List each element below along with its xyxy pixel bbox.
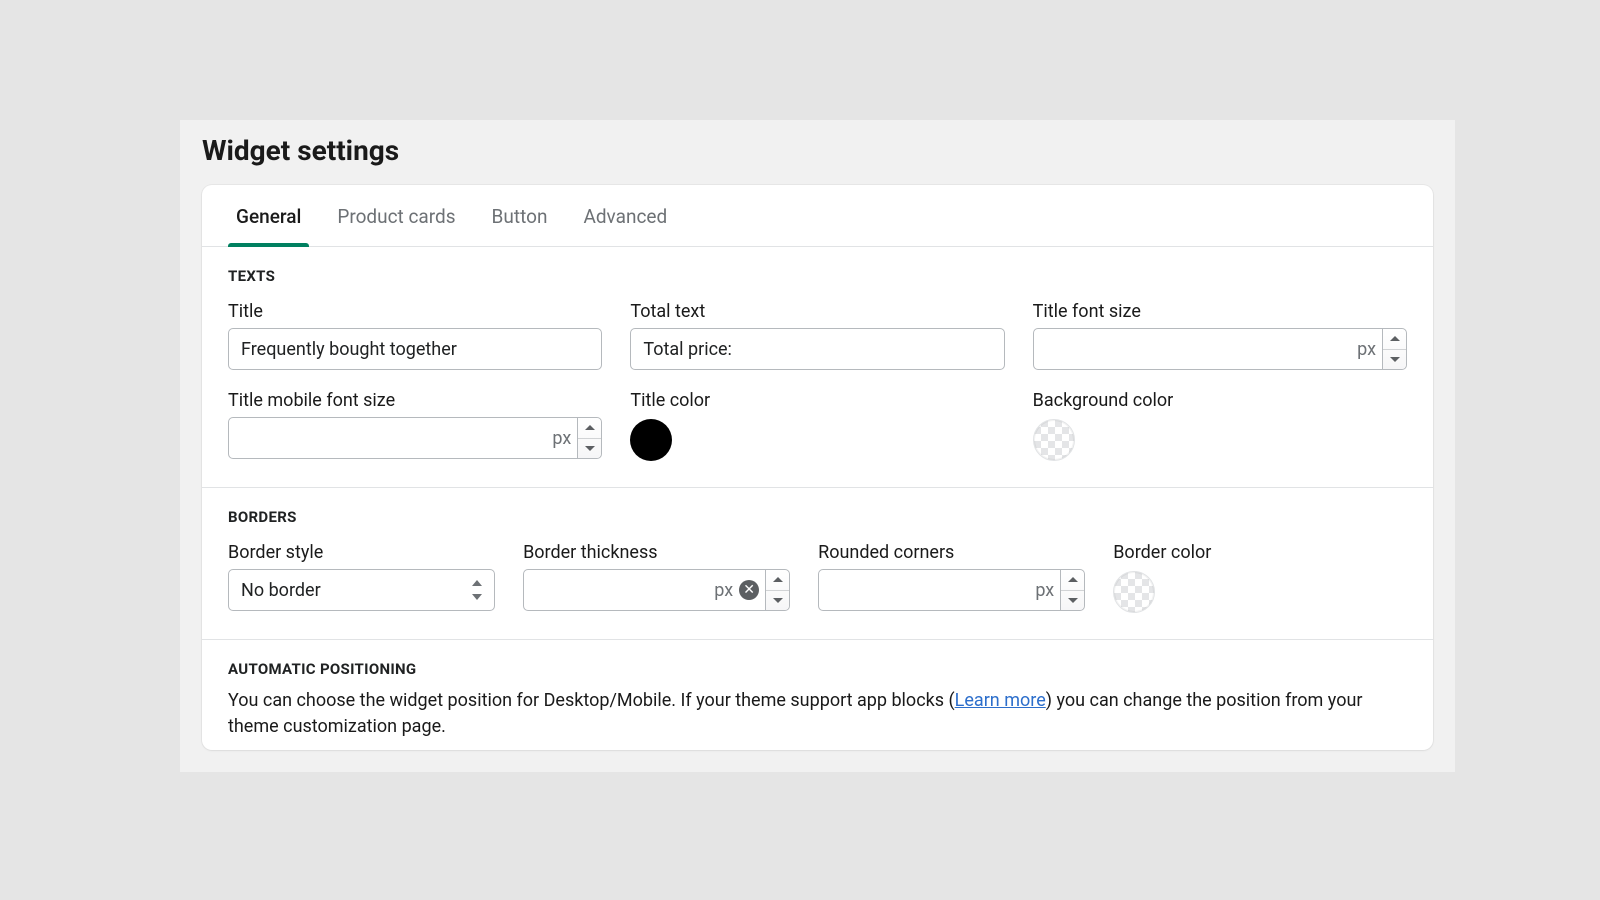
section-texts: TEXTS Title Frequently bought together T… [202, 247, 1433, 488]
tab-advanced[interactable]: Advanced [565, 185, 685, 246]
px-unit: px [552, 428, 577, 449]
stepper-down-icon[interactable] [1383, 349, 1406, 370]
stepper-up-icon[interactable] [578, 418, 601, 438]
border-thickness-input[interactable]: px ✕ [523, 569, 790, 611]
section-borders-heading: BORDERS [228, 508, 1407, 526]
title-color-label: Title color [630, 390, 1004, 411]
rounded-corners-input[interactable]: px [818, 569, 1085, 611]
stepper-up-icon[interactable] [1383, 329, 1406, 349]
title-mobile-font-size-label: Title mobile font size [228, 390, 602, 411]
tab-button[interactable]: Button [474, 185, 566, 246]
rounded-corners-stepper [1060, 570, 1084, 610]
stepper-down-icon[interactable] [1061, 590, 1084, 611]
title-label: Title [228, 301, 602, 322]
border-thickness-label: Border thickness [523, 542, 790, 563]
total-text-input-value: Total price: [643, 339, 732, 360]
settings-card: General Product cards Button Advanced TE… [202, 185, 1433, 750]
stepper-down-icon[interactable] [578, 438, 601, 459]
stepper-up-icon[interactable] [1061, 570, 1084, 590]
select-updown-icon [472, 580, 484, 600]
border-style-value: No border [241, 580, 321, 601]
px-unit: px [714, 580, 739, 601]
title-font-size-stepper [1382, 329, 1406, 369]
border-thickness-stepper [765, 570, 789, 610]
total-text-input[interactable]: Total price: [630, 328, 1004, 370]
title-color-swatch[interactable] [630, 419, 672, 461]
px-unit: px [1035, 580, 1060, 601]
title-mobile-font-size-input[interactable]: px [228, 417, 602, 459]
title-font-size-input[interactable]: px [1033, 328, 1407, 370]
border-style-select[interactable]: No border [228, 569, 495, 611]
tab-product-cards[interactable]: Product cards [319, 185, 473, 246]
page-title: Widget settings [180, 120, 1455, 185]
tab-general[interactable]: General [218, 185, 319, 246]
border-color-label: Border color [1113, 542, 1407, 563]
border-color-swatch[interactable] [1113, 571, 1155, 613]
title-mobile-font-size-stepper [577, 418, 601, 458]
tabs: General Product cards Button Advanced [202, 185, 1433, 247]
stepper-down-icon[interactable] [766, 590, 789, 611]
section-automatic-positioning: AUTOMATIC POSITIONING You can choose the… [202, 640, 1433, 750]
learn-more-link[interactable]: Learn more [955, 690, 1046, 711]
border-style-label: Border style [228, 542, 495, 563]
rounded-corners-label: Rounded corners [818, 542, 1085, 563]
section-texts-heading: TEXTS [228, 267, 1407, 285]
desc-text-prefix: You can choose the widget position for D… [228, 690, 955, 711]
total-text-label: Total text [630, 301, 1004, 322]
stepper-up-icon[interactable] [766, 570, 789, 590]
clear-icon[interactable]: ✕ [739, 580, 759, 600]
title-input-value: Frequently bought together [241, 339, 457, 360]
px-unit: px [1357, 339, 1382, 360]
title-font-size-label: Title font size [1033, 301, 1407, 322]
background-color-swatch[interactable] [1033, 419, 1075, 461]
background-color-label: Background color [1033, 390, 1407, 411]
section-automatic-positioning-heading: AUTOMATIC POSITIONING [228, 660, 1407, 678]
section-borders: BORDERS Border style No border Border th… [202, 488, 1433, 640]
automatic-positioning-description: You can choose the widget position for D… [228, 688, 1407, 740]
title-input[interactable]: Frequently bought together [228, 328, 602, 370]
